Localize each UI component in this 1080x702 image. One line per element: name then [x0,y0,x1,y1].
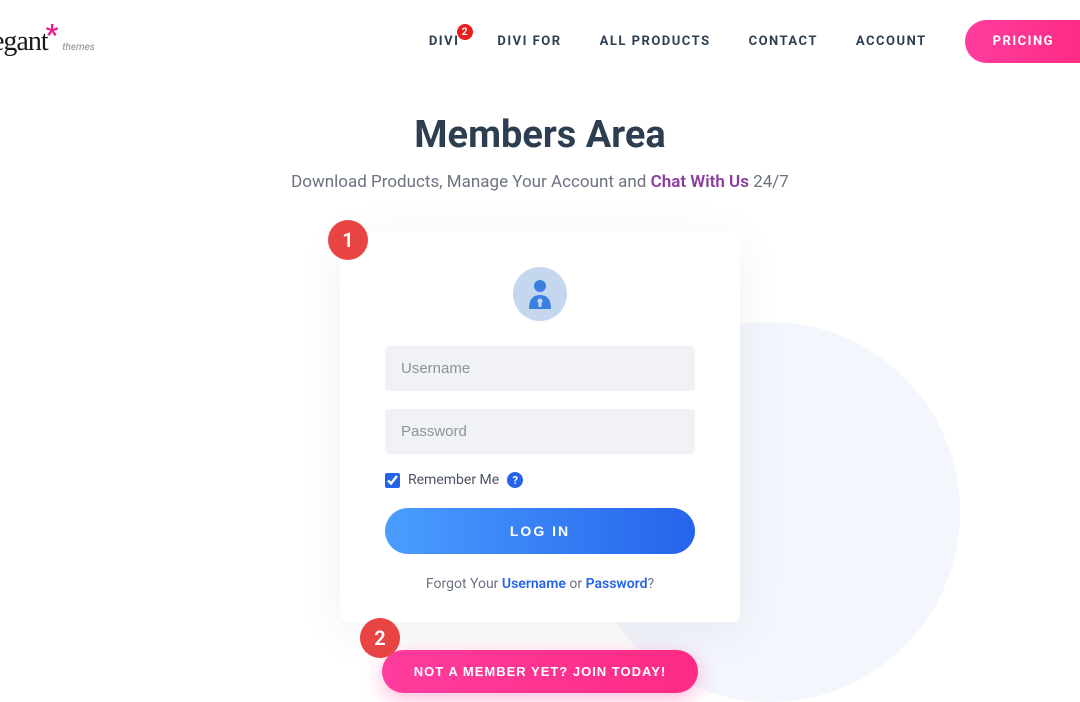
nav-item-divi[interactable]: DIVI 2 [429,34,460,49]
nav-item-account[interactable]: ACCOUNT [856,34,927,49]
username-input[interactable] [385,346,695,391]
forgot-password-link[interactable]: Password [586,576,648,592]
remember-row: Remember Me ? [385,472,695,488]
step-badge-2: 2 [360,618,400,658]
page-subtitle: Download Products, Manage Your Account a… [0,172,1080,192]
main-content: Members Area Download Products, Manage Y… [0,83,1080,693]
login-button[interactable]: LOG IN [385,508,695,554]
nav: DIVI 2 DIVI FOR ALL PRODUCTS CONTACT ACC… [429,20,1080,63]
login-card: Remember Me ? LOG IN Forgot Your Usernam… [340,232,740,622]
subtitle-pre: Download Products, Manage Your Account a… [291,172,650,192]
subtitle-post: 24/7 [749,172,789,192]
user-icon [527,279,553,309]
user-icon-wrapper [513,267,567,321]
logo-text: egant [0,26,48,58]
step-badge-1: 1 [328,220,368,260]
page-title: Members Area [0,113,1080,157]
forgot-pre: Forgot Your [426,576,502,592]
nav-badge: 2 [457,24,473,40]
nav-label: DIVI [429,34,460,49]
header: egant * themes DIVI 2 DIVI FOR ALL PRODU… [0,0,1080,83]
forgot-post: ? [647,576,654,592]
login-card-wrapper: 1 2 Remember Me ? LOG [340,232,740,693]
forgot-row: Forgot Your Username or Password? [385,576,695,592]
remember-checkbox[interactable] [385,473,400,488]
forgot-username-link[interactable]: Username [502,576,566,592]
password-input[interactable] [385,409,695,454]
logo-asterisk-icon: * [46,18,59,51]
forgot-mid: or [566,576,586,592]
help-icon[interactable]: ? [507,472,523,488]
logo[interactable]: egant * themes [0,26,95,58]
nav-item-all-products[interactable]: ALL PRODUCTS [600,34,711,49]
pricing-button[interactable]: PRICING [965,20,1080,63]
logo-subtext: themes [62,42,94,53]
nav-item-divi-for[interactable]: DIVI FOR [497,34,561,49]
chat-with-us-link[interactable]: Chat With Us [651,172,749,192]
join-today-button[interactable]: NOT A MEMBER YET? JOIN TODAY! [382,650,698,693]
remember-label: Remember Me [408,472,499,488]
nav-item-contact[interactable]: CONTACT [749,34,818,49]
